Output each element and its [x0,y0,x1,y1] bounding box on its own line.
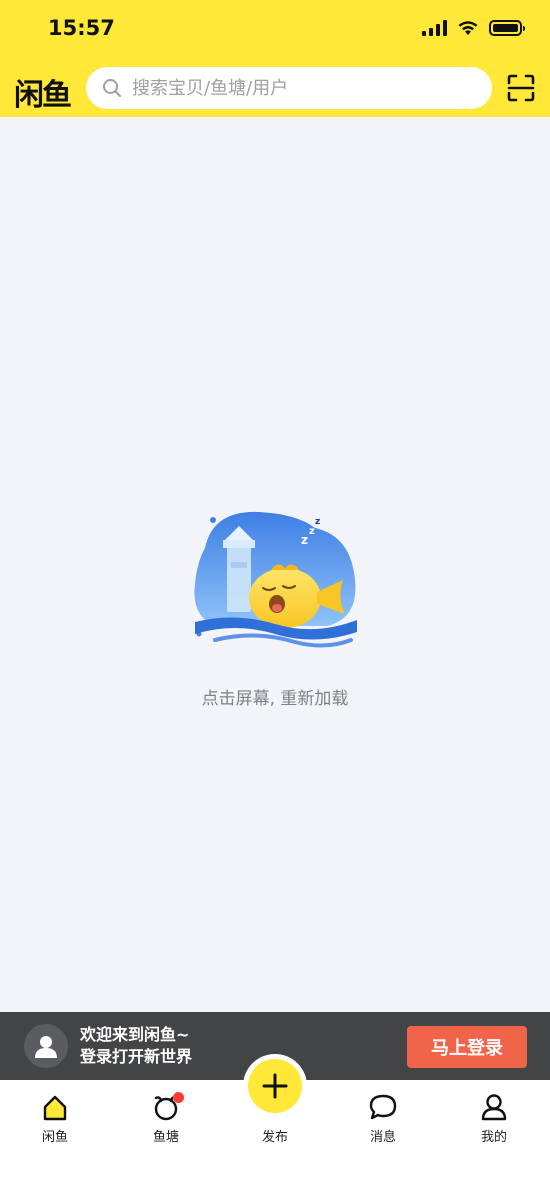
svg-text:z: z [309,526,315,537]
tab-label: 鱼塘 [152,1130,179,1145]
publish-button[interactable] [243,1054,307,1118]
status-time: 15:57 [48,16,115,40]
reload-area[interactable]: z z z 点击屏幕, 重新加载 [0,500,550,709]
home-icon [43,1095,67,1121]
battery-icon [489,20,525,36]
reload-hint-text: 点击屏幕, 重新加载 [201,689,349,709]
search-input[interactable] [132,77,472,99]
wifi-icon [458,21,478,35]
tab-me[interactable]: 我的 [459,1092,529,1145]
search-icon [103,79,121,97]
welcome-line-2: 登录打开新世界 [80,1047,193,1066]
notification-badge [173,1092,184,1103]
tab-messages[interactable]: 消息 [348,1092,418,1145]
tab-label: 消息 [369,1130,396,1145]
tab-label: 闲鱼 [41,1130,68,1145]
avatar [24,1024,68,1068]
plus-icon [262,1073,288,1099]
welcome-line-1: 欢迎来到闲鱼~ [80,1025,190,1044]
message-icon [369,1094,397,1120]
welcome-text: 欢迎来到闲鱼~ 登录打开新世界 [80,1024,192,1068]
scan-icon[interactable] [506,73,536,103]
top-header: 15:57 闲鱼 [0,0,550,117]
status-icons [422,20,525,36]
cellular-signal-icon [422,20,447,36]
login-button[interactable]: 马上登录 [407,1026,527,1068]
tab-label: 我的 [480,1130,507,1145]
svg-text:z: z [315,517,320,527]
sleeping-fish-illustration: z z z [194,511,357,648]
tab-xianyu[interactable]: 闲鱼 [20,1092,90,1145]
profile-icon [481,1094,507,1121]
tab-fishpond[interactable]: 鱼塘 [131,1092,201,1145]
xianyu-logo: 闲鱼 [14,78,72,113]
svg-text:z: z [301,533,308,547]
search-bar[interactable] [86,67,492,109]
publish-label: 发布 [261,1130,288,1145]
user-avatar-icon [35,1036,57,1058]
